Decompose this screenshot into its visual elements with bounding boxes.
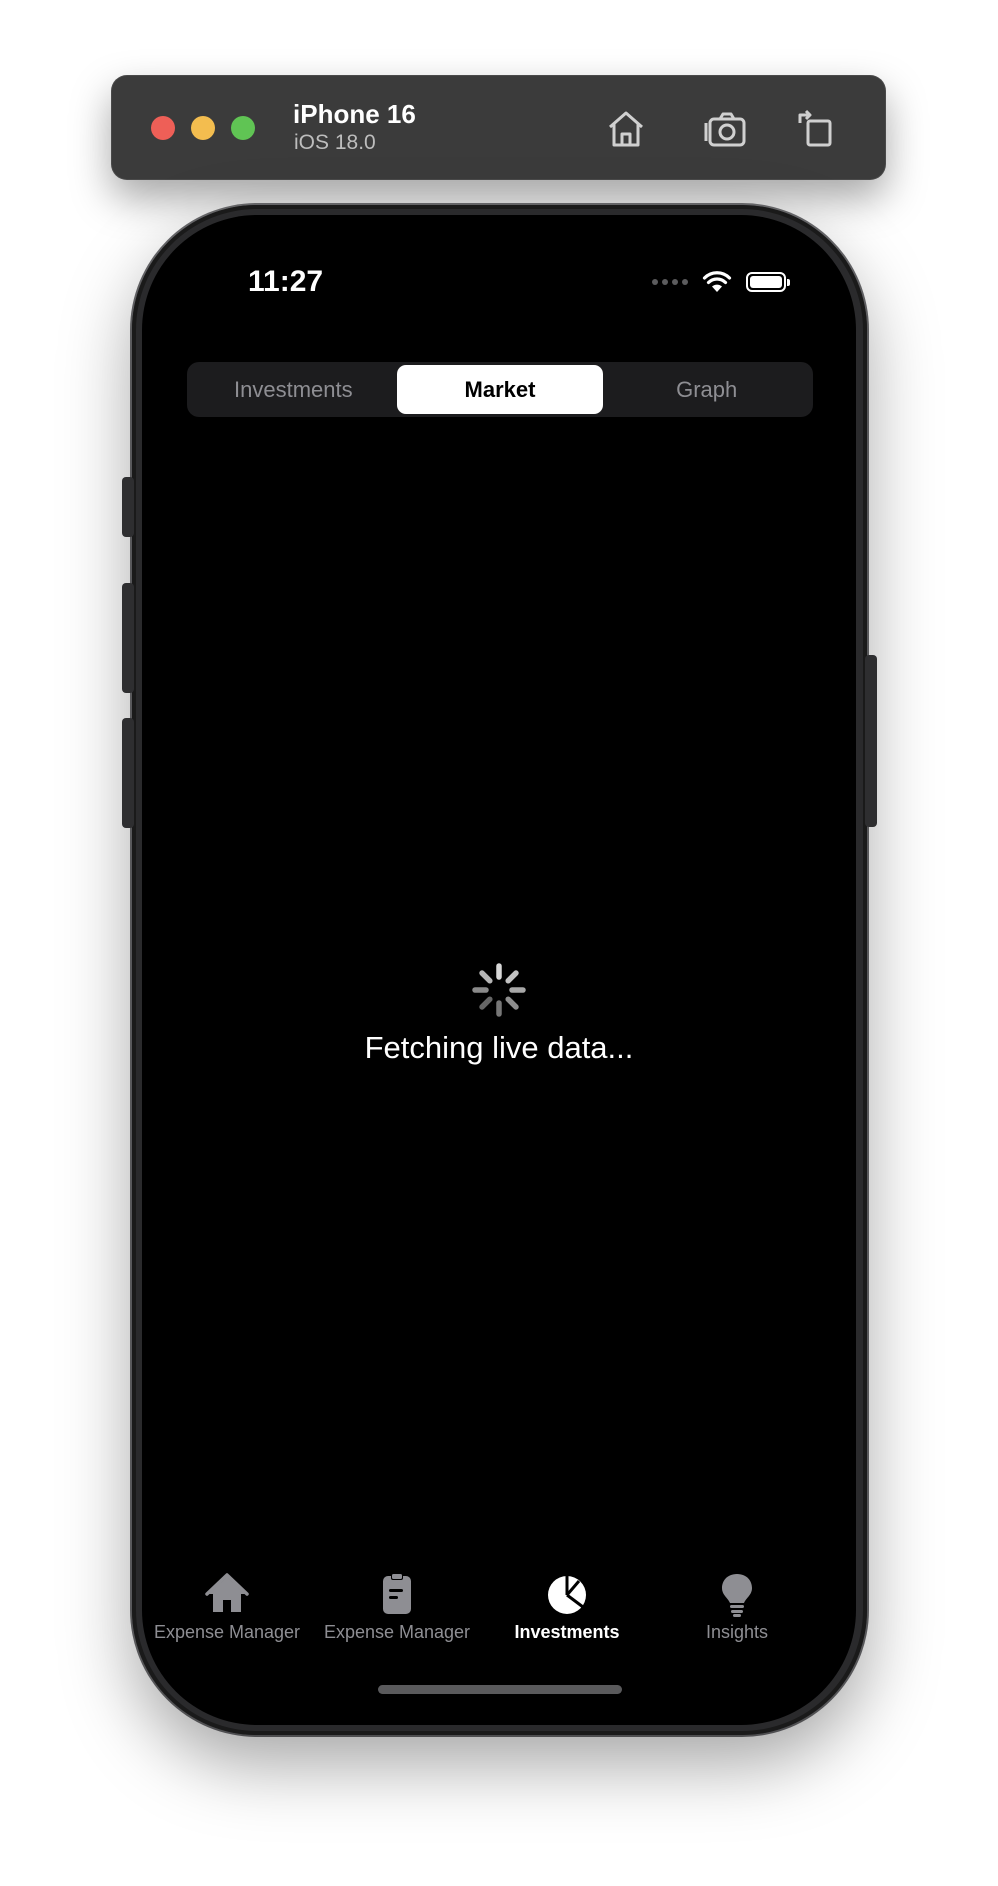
minimize-window-button[interactable] [191,116,215,140]
status-time: 11:27 [248,265,324,298]
close-window-button[interactable] [151,116,175,140]
home-icon[interactable] [602,105,650,153]
power-button [865,655,877,827]
activity-spinner-icon [472,963,526,1017]
wifi-icon [702,271,732,292]
tab-expense-manager-home[interactable]: Expense Manager [142,1570,312,1670]
simulator-toolbar: iPhone 16 iOS 18.0 [111,75,886,180]
status-icons [652,270,790,294]
loading-indicator: Fetching live data... [142,960,856,1066]
phone-screen: 11:27 Investments Market Graph Fetching … [142,215,856,1725]
tab-expense-manager-list[interactable]: Expense Manager [312,1570,482,1670]
tab-investments[interactable]: Investments [482,1570,652,1670]
segmented-control: Investments Market Graph [187,362,813,417]
segment-market[interactable]: Market [396,365,604,414]
loading-text: Fetching live data... [364,1030,634,1065]
tab-label: Expense Manager [153,1622,301,1642]
lightbulb-icon [722,1574,752,1617]
device-name: iPhone 16 [293,99,416,129]
signal-icon [652,279,688,285]
clipboard-icon [383,1573,411,1614]
house-icon [205,1573,249,1612]
segment-investments[interactable]: Investments [190,365,397,414]
os-version: iOS 18.0 [294,131,376,154]
screenshot-icon[interactable] [702,105,750,153]
zoom-window-button[interactable] [231,116,255,140]
segment-graph[interactable]: Graph [603,365,810,414]
tab-label: Insights [705,1622,769,1642]
tab-label: Investments [514,1622,620,1642]
battery-icon [746,272,790,292]
tab-bar: Expense Manager Expense Manager Investme… [142,1570,856,1670]
action-button [122,477,134,537]
tab-insights[interactable]: Insights [652,1570,822,1670]
tab-label: Expense Manager [323,1622,471,1642]
volume-up-button [122,583,134,693]
volume-down-button [122,718,134,828]
home-indicator[interactable] [378,1685,622,1694]
rotate-icon[interactable] [792,105,840,153]
pie-chart-icon [548,1576,586,1614]
